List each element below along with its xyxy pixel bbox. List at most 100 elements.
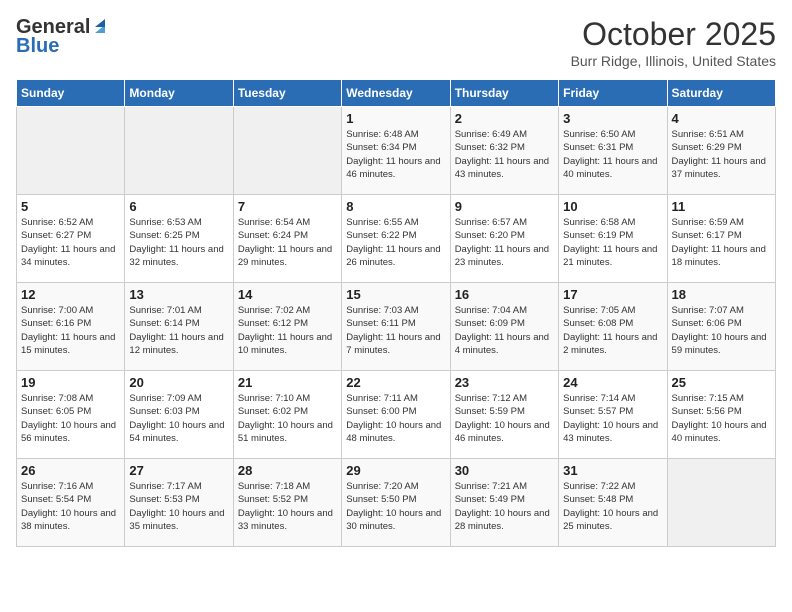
day-info: Sunrise: 6:58 AMSunset: 6:19 PMDaylight:…	[563, 216, 662, 269]
day-number: 6	[129, 199, 228, 214]
day-info: Sunrise: 6:49 AMSunset: 6:32 PMDaylight:…	[455, 128, 554, 181]
calendar-cell: 14 Sunrise: 7:02 AMSunset: 6:12 PMDayligh…	[233, 283, 341, 371]
calendar-cell: 4 Sunrise: 6:51 AMSunset: 6:29 PMDaylight…	[667, 107, 775, 195]
calendar-cell: 1Sunrise: 6:48 AMSunset: 6:34 PMDaylight…	[342, 107, 450, 195]
day-number: 27	[129, 463, 228, 478]
day-number: 10	[563, 199, 662, 214]
weekday-header: Monday	[125, 80, 233, 107]
day-number: 24	[563, 375, 662, 390]
day-number: 3	[563, 111, 662, 126]
calendar-cell: 30 Sunrise: 7:21 AMSunset: 5:49 PMDayligh…	[450, 459, 558, 547]
day-number: 25	[672, 375, 771, 390]
calendar-cell: 27 Sunrise: 7:17 AMSunset: 5:53 PMDayligh…	[125, 459, 233, 547]
calendar-cell: 10 Sunrise: 6:58 AMSunset: 6:19 PMDayligh…	[559, 195, 667, 283]
day-info: Sunrise: 7:14 AMSunset: 5:57 PMDaylight:…	[563, 392, 662, 445]
day-info: Sunrise: 6:53 AMSunset: 6:25 PMDaylight:…	[129, 216, 228, 269]
weekday-header: Tuesday	[233, 80, 341, 107]
logo: General Blue	[16, 16, 109, 58]
calendar-cell: 25 Sunrise: 7:15 AMSunset: 5:56 PMDayligh…	[667, 371, 775, 459]
day-info: Sunrise: 7:03 AMSunset: 6:11 PMDaylight:…	[346, 304, 445, 357]
day-number: 15	[346, 287, 445, 302]
calendar-cell	[125, 107, 233, 195]
calendar-cell: 17 Sunrise: 7:05 AMSunset: 6:08 PMDayligh…	[559, 283, 667, 371]
day-number: 4	[672, 111, 771, 126]
day-info: Sunrise: 7:02 AMSunset: 6:12 PMDaylight:…	[238, 304, 337, 357]
day-info: Sunrise: 6:52 AMSunset: 6:27 PMDaylight:…	[21, 216, 120, 269]
day-number: 7	[238, 199, 337, 214]
calendar-cell: 22Sunrise: 7:11 AMSunset: 6:00 PMDayligh…	[342, 371, 450, 459]
day-info: Sunrise: 7:20 AMSunset: 5:50 PMDaylight:…	[346, 480, 445, 533]
day-number: 30	[455, 463, 554, 478]
calendar-cell: 5 Sunrise: 6:52 AMSunset: 6:27 PMDaylight…	[17, 195, 125, 283]
day-number: 18	[672, 287, 771, 302]
day-info: Sunrise: 7:10 AMSunset: 6:02 PMDaylight:…	[238, 392, 337, 445]
calendar-cell: 2Sunrise: 6:49 AMSunset: 6:32 PMDaylight…	[450, 107, 558, 195]
day-info: Sunrise: 7:04 AMSunset: 6:09 PMDaylight:…	[455, 304, 554, 357]
calendar-cell: 29 Sunrise: 7:20 AMSunset: 5:50 PMDayligh…	[342, 459, 450, 547]
calendar-cell: 7 Sunrise: 6:54 AMSunset: 6:24 PMDaylight…	[233, 195, 341, 283]
day-number: 20	[129, 375, 228, 390]
day-number: 31	[563, 463, 662, 478]
day-info: Sunrise: 7:08 AMSunset: 6:05 PMDaylight:…	[21, 392, 120, 445]
day-info: Sunrise: 7:15 AMSunset: 5:56 PMDaylight:…	[672, 392, 771, 445]
day-info: Sunrise: 6:51 AMSunset: 6:29 PMDaylight:…	[672, 128, 771, 181]
calendar-cell: 31Sunrise: 7:22 AMSunset: 5:48 PMDayligh…	[559, 459, 667, 547]
day-info: Sunrise: 7:00 AMSunset: 6:16 PMDaylight:…	[21, 304, 120, 357]
day-info: Sunrise: 6:54 AMSunset: 6:24 PMDaylight:…	[238, 216, 337, 269]
day-number: 11	[672, 199, 771, 214]
day-info: Sunrise: 7:05 AMSunset: 6:08 PMDaylight:…	[563, 304, 662, 357]
day-number: 19	[21, 375, 120, 390]
page-subtitle: Burr Ridge, Illinois, United States	[571, 53, 776, 69]
day-number: 14	[238, 287, 337, 302]
calendar-cell	[667, 459, 775, 547]
day-number: 28	[238, 463, 337, 478]
weekday-header: Friday	[559, 80, 667, 107]
calendar-cell: 15 Sunrise: 7:03 AMSunset: 6:11 PMDayligh…	[342, 283, 450, 371]
logo-blue: Blue	[16, 35, 59, 58]
day-info: Sunrise: 7:07 AMSunset: 6:06 PMDaylight:…	[672, 304, 771, 357]
day-number: 17	[563, 287, 662, 302]
calendar-cell	[233, 107, 341, 195]
day-number: 23	[455, 375, 554, 390]
day-number: 13	[129, 287, 228, 302]
calendar-cell: 13Sunrise: 7:01 AMSunset: 6:14 PMDayligh…	[125, 283, 233, 371]
day-number: 21	[238, 375, 337, 390]
calendar-cell: 19 Sunrise: 7:08 AMSunset: 6:05 PMDayligh…	[17, 371, 125, 459]
day-info: Sunrise: 7:11 AMSunset: 6:00 PMDaylight:…	[346, 392, 445, 445]
calendar-cell: 16 Sunrise: 7:04 AMSunset: 6:09 PMDayligh…	[450, 283, 558, 371]
day-info: Sunrise: 6:55 AMSunset: 6:22 PMDaylight:…	[346, 216, 445, 269]
weekday-header: Thursday	[450, 80, 558, 107]
day-info: Sunrise: 7:09 AMSunset: 6:03 PMDaylight:…	[129, 392, 228, 445]
calendar-week-row: 19 Sunrise: 7:08 AMSunset: 6:05 PMDayligh…	[17, 371, 776, 459]
weekday-header-row: SundayMondayTuesdayWednesdayThursdayFrid…	[17, 80, 776, 107]
calendar-cell: 11 Sunrise: 6:59 AMSunset: 6:17 PMDayligh…	[667, 195, 775, 283]
day-number: 12	[21, 287, 120, 302]
title-block: October 2025 Burr Ridge, Illinois, Unite…	[571, 16, 776, 69]
day-info: Sunrise: 7:12 AMSunset: 5:59 PMDaylight:…	[455, 392, 554, 445]
calendar-cell: 6 Sunrise: 6:53 AMSunset: 6:25 PMDaylight…	[125, 195, 233, 283]
day-number: 29	[346, 463, 445, 478]
calendar-cell	[17, 107, 125, 195]
calendar-cell: 3Sunrise: 6:50 AMSunset: 6:31 PMDaylight…	[559, 107, 667, 195]
day-number: 5	[21, 199, 120, 214]
day-number: 8	[346, 199, 445, 214]
weekday-header: Wednesday	[342, 80, 450, 107]
day-number: 16	[455, 287, 554, 302]
day-info: Sunrise: 7:21 AMSunset: 5:49 PMDaylight:…	[455, 480, 554, 533]
day-info: Sunrise: 6:57 AMSunset: 6:20 PMDaylight:…	[455, 216, 554, 269]
day-info: Sunrise: 7:16 AMSunset: 5:54 PMDaylight:…	[21, 480, 120, 533]
calendar-cell: 24 Sunrise: 7:14 AMSunset: 5:57 PMDayligh…	[559, 371, 667, 459]
day-number: 1	[346, 111, 445, 126]
logo-arrow-icon	[91, 17, 109, 35]
calendar-cell: 21 Sunrise: 7:10 AMSunset: 6:02 PMDayligh…	[233, 371, 341, 459]
day-info: Sunrise: 6:59 AMSunset: 6:17 PMDaylight:…	[672, 216, 771, 269]
day-info: Sunrise: 7:17 AMSunset: 5:53 PMDaylight:…	[129, 480, 228, 533]
calendar-week-row: 12 Sunrise: 7:00 AMSunset: 6:16 PMDayligh…	[17, 283, 776, 371]
calendar-cell: 12 Sunrise: 7:00 AMSunset: 6:16 PMDayligh…	[17, 283, 125, 371]
calendar-cell: 8 Sunrise: 6:55 AMSunset: 6:22 PMDaylight…	[342, 195, 450, 283]
calendar-cell: 18 Sunrise: 7:07 AMSunset: 6:06 PMDayligh…	[667, 283, 775, 371]
weekday-header: Sunday	[17, 80, 125, 107]
page-header: General Blue October 2025 Burr Ridge, Il…	[16, 16, 776, 69]
calendar-week-row: 1Sunrise: 6:48 AMSunset: 6:34 PMDaylight…	[17, 107, 776, 195]
calendar-cell: 26Sunrise: 7:16 AMSunset: 5:54 PMDayligh…	[17, 459, 125, 547]
